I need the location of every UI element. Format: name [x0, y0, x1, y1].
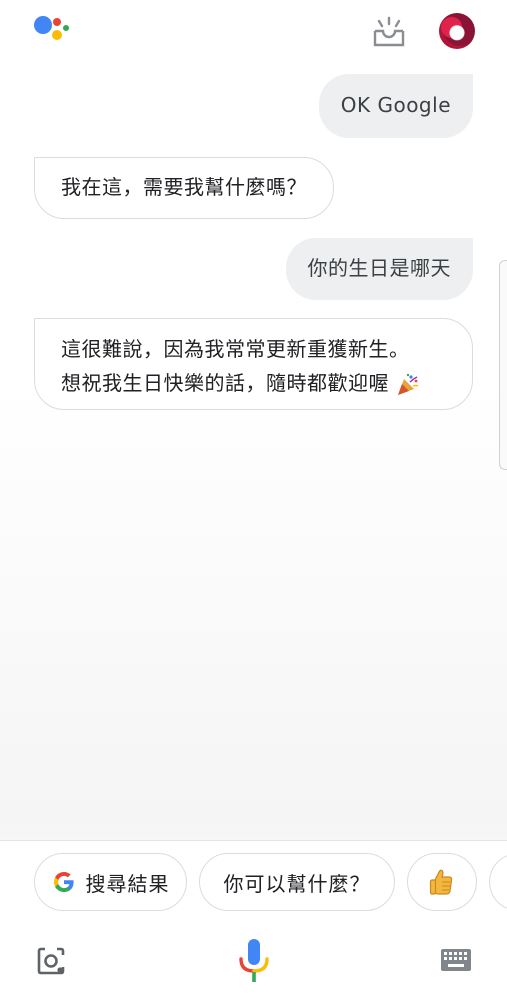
keyboard-icon[interactable]: [441, 949, 471, 971]
scroll-indicator[interactable]: [499, 260, 507, 470]
assistant-message-line: 這很難說，因為我常常更新重獲新生。: [61, 337, 410, 361]
party-popper-icon: [397, 373, 419, 395]
assistant-header: [0, 0, 507, 64]
assistant-message-bubble: 我在這，需要我幫什麼嗎？: [34, 157, 334, 219]
snapshot-tray-icon[interactable]: [370, 16, 408, 48]
user-message-text: 你的生日是哪天: [307, 256, 451, 280]
suggestion-chip-label: 你可以幫什麼？: [223, 871, 371, 896]
assistant-message-line: 想祝我生日快樂的話，隨時都歡迎喔: [61, 371, 389, 395]
assistant-message-bubble: 這很難說，因為我常常更新重獲新生。 想祝我生日快樂的話，隨時都歡迎喔: [34, 318, 473, 410]
suggestion-chip-search-results[interactable]: 搜尋結果: [34, 853, 187, 911]
suggestion-chip-what-can-you-do[interactable]: 你可以幫什麼？: [199, 853, 395, 911]
user-message-text: OK Google: [340, 93, 451, 117]
suggestion-chip-label: 搜尋結果: [85, 871, 170, 896]
microphone-icon[interactable]: [237, 938, 271, 984]
user-avatar-icon[interactable]: [439, 13, 475, 49]
user-message-bubble: 你的生日是哪天: [285, 238, 473, 300]
user-message-bubble: OK Google: [318, 74, 473, 138]
google-assistant-logo-icon: [34, 14, 70, 48]
thumbs-up-icon: [429, 869, 453, 895]
suggestion-chip-thumbs-up[interactable]: [407, 853, 477, 911]
assistant-message-text: 我在這，需要我幫什麼嗎？: [61, 175, 307, 199]
google-lens-icon[interactable]: [36, 946, 66, 976]
google-g-icon: [53, 872, 74, 892]
